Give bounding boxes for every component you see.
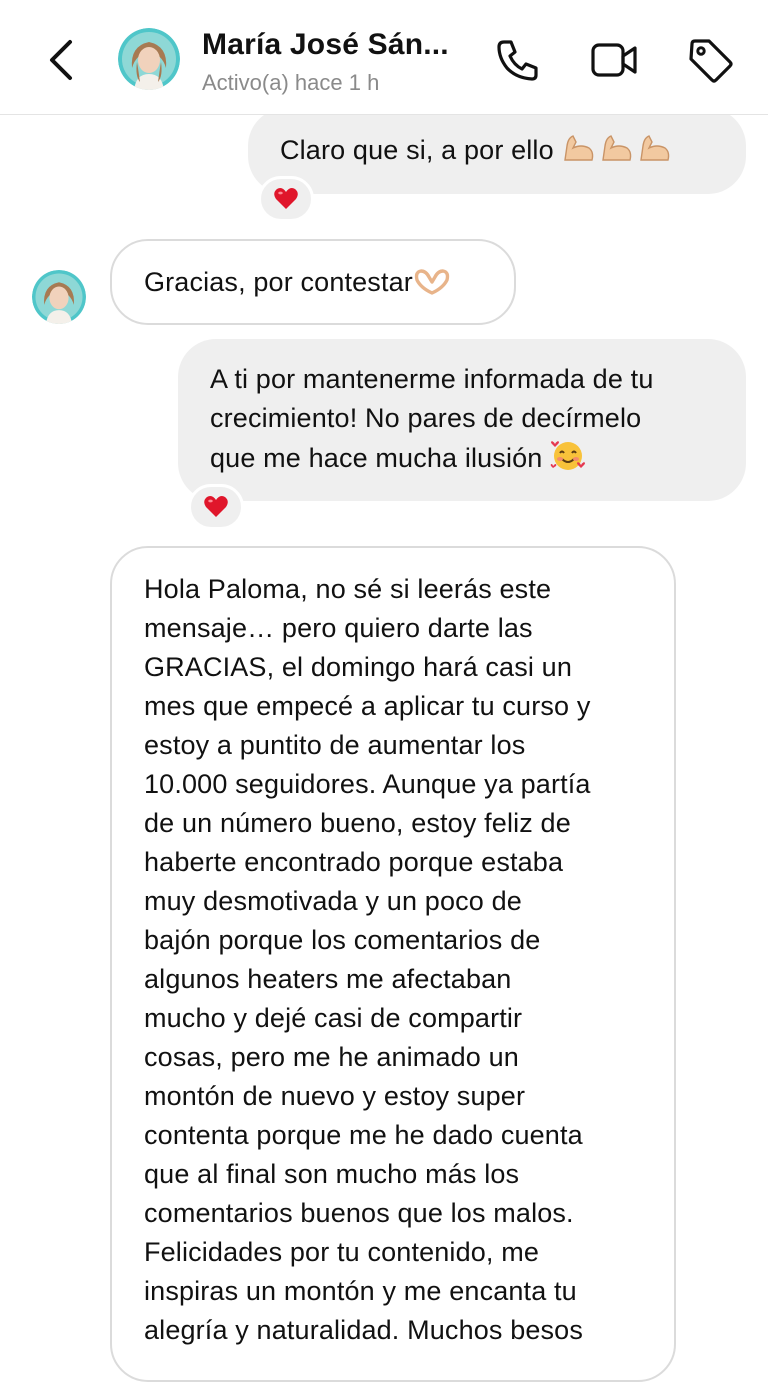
message-line: GRACIAS, el domingo hará casi un — [144, 652, 573, 682]
message-line: inspiras un montón y me encanta tu — [144, 1276, 577, 1306]
tag-button[interactable] — [686, 36, 734, 84]
message-line: mensaje… pero quiero darte las — [144, 613, 533, 643]
activity-status: Activo(a) hace 1 h — [202, 70, 380, 95]
message-text: Gracias, por contestar — [144, 267, 413, 297]
message-line: algunos heaters me afectaban — [144, 964, 512, 994]
message-line: contenta porque me he dado cuenta — [144, 1120, 583, 1150]
contact-avatar[interactable] — [118, 28, 180, 90]
message-line: montón de nuevo y estoy super — [144, 1081, 526, 1111]
message-line: que me hace mucha ilusión — [210, 443, 543, 473]
heart-reaction-icon — [274, 188, 298, 209]
back-button[interactable] — [36, 34, 84, 86]
message-line: 10.000 seguidores. Aunque ya partía — [144, 769, 591, 799]
flexed-biceps-emoji — [561, 130, 677, 175]
message-line: crecimiento! No pares de decírmelo — [210, 403, 642, 433]
message-text: Claro que si, a por ello — [280, 135, 554, 165]
message-line: mucho y dejé casi de compartir — [144, 1003, 523, 1033]
sender-avatar[interactable] — [32, 270, 86, 324]
message-line: estoy a puntito de aumentar los — [144, 730, 526, 760]
message-line: Hola Paloma, no sé si leerás este — [144, 574, 552, 604]
avatar — [118, 28, 180, 90]
smiling-face-with-hearts-emoji — [550, 438, 586, 483]
message-line: muy desmotivada y un poco de — [144, 886, 522, 916]
outgoing-message[interactable]: A ti por mantenerme informada de tu crec… — [178, 339, 746, 501]
video-call-button[interactable] — [590, 36, 638, 84]
heart-reaction-icon — [204, 496, 228, 517]
avatar — [32, 270, 86, 324]
message-line: haberte encontrado porque estaba — [144, 847, 564, 877]
message-line: comentarios buenos que los malos. — [144, 1198, 574, 1228]
tag-icon — [689, 39, 733, 83]
contact-name[interactable]: María José Sán... — [202, 28, 449, 62]
message-line: A ti por mantenerme informada de tu — [210, 364, 654, 394]
message-line: que al final son mucho más los — [144, 1159, 520, 1189]
back-arrow-icon — [50, 40, 72, 80]
incoming-message[interactable]: Gracias, por contestar — [110, 239, 516, 325]
phone-icon — [497, 40, 538, 81]
message-line: alegría y naturalidad. Muchos besos — [144, 1315, 584, 1345]
video-camera-icon — [591, 43, 637, 77]
message-reaction[interactable] — [258, 176, 314, 222]
call-button[interactable] — [494, 36, 542, 84]
chat-screen: María José Sán... Activo(a) hace 1 h Cla… — [0, 0, 768, 1386]
heart-hands-emoji — [413, 266, 451, 307]
message-line: mes que empecé a aplicar tu curso y — [144, 691, 591, 721]
message-line: Felicidades por tu contenido, me — [144, 1237, 540, 1267]
message-line: bajón porque los comentarios de — [144, 925, 541, 955]
message-line: de un número bueno, estoy feliz de — [144, 808, 571, 838]
chat-header: María José Sán... Activo(a) hace 1 h — [0, 0, 768, 115]
message-reaction[interactable] — [188, 484, 244, 530]
message-line: cosas, pero me he animado un — [144, 1042, 519, 1072]
incoming-message[interactable]: Hola Paloma, no sé si leerás este mensaj… — [110, 546, 676, 1382]
outgoing-message[interactable]: Claro que si, a por ello — [248, 108, 746, 194]
